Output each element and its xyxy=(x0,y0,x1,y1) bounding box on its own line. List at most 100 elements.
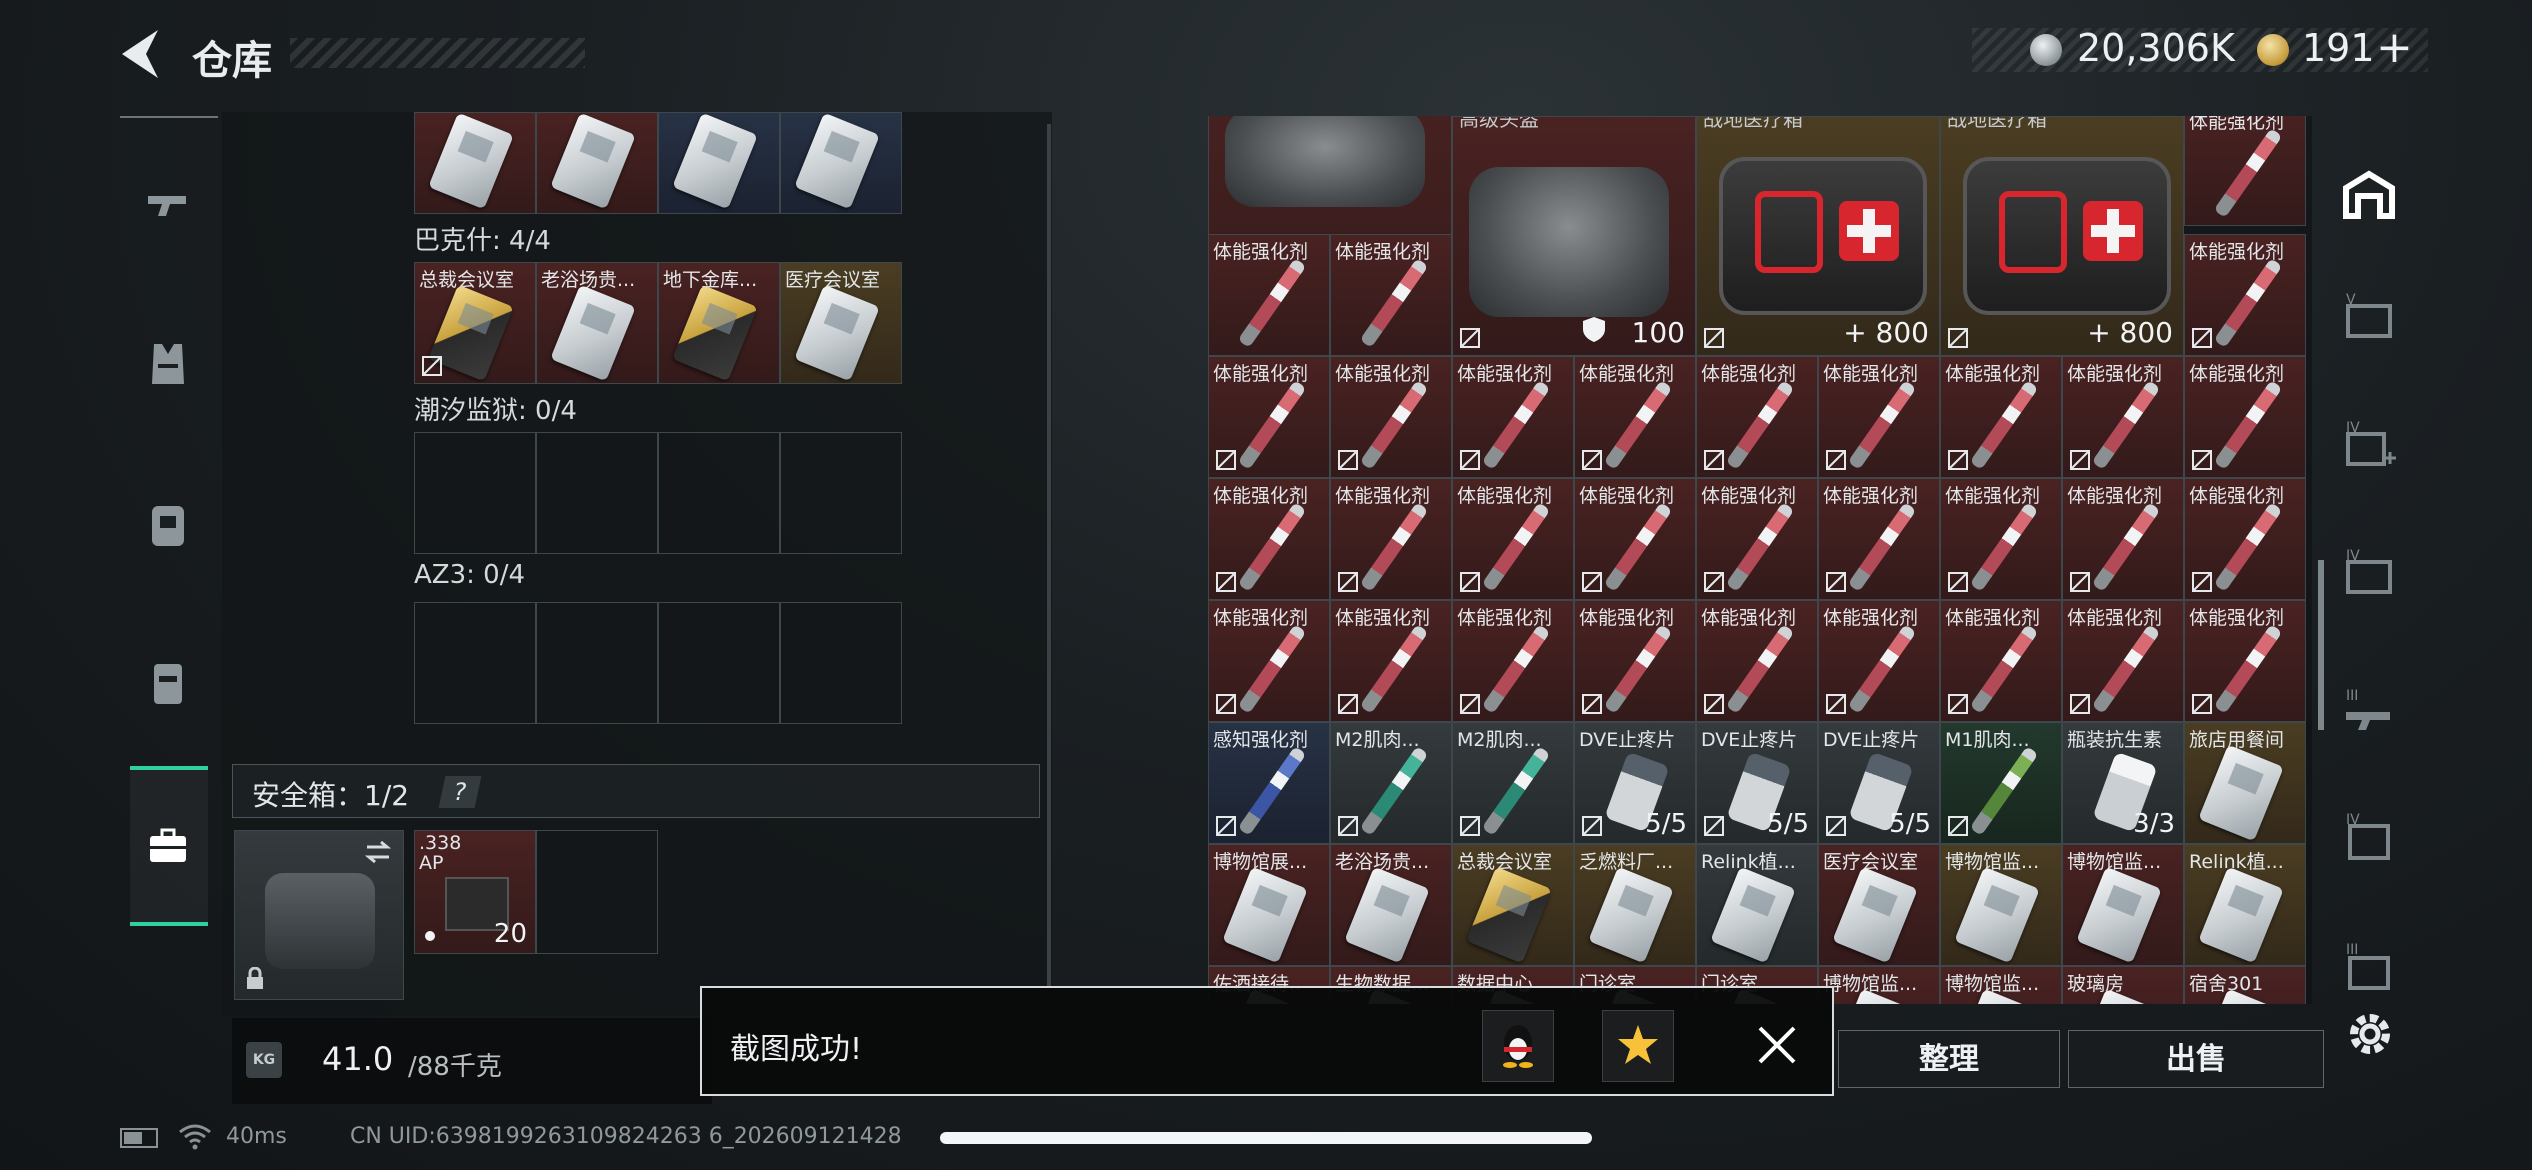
inventory-item[interactable]: 体能强化剂 xyxy=(1696,356,1818,478)
inventory-item[interactable]: 体能强化剂 xyxy=(1696,600,1818,722)
inventory-item[interactable]: 老浴场贵... xyxy=(1330,844,1452,966)
inventory-item[interactable]: 旅店用餐间 xyxy=(2184,722,2306,844)
chest-rig-icon[interactable] xyxy=(140,654,196,710)
inventory-item[interactable]: 体能强化剂 xyxy=(1208,478,1330,600)
inventory-item[interactable]: 体能强化剂 xyxy=(2184,234,2306,356)
keycard-slot[interactable] xyxy=(658,112,780,214)
inventory-item[interactable]: Relink植... xyxy=(2184,844,2306,966)
inventory-item[interactable]: 体能强化剂 xyxy=(1940,600,2062,722)
keycard-slot[interactable]: 地下金库... xyxy=(658,262,780,384)
storage-iv-icon[interactable]: IV xyxy=(2340,546,2398,604)
empty-slot[interactable] xyxy=(658,432,780,554)
inventory-item[interactable]: 博物馆监... xyxy=(2062,844,2184,966)
medkit-item[interactable]: 战地医疗箱 + 800 xyxy=(1696,116,1940,356)
storage-grid[interactable]: 100 高级头盔 100 战地医疗箱 + 800 战地医疗箱 + 800 体能强… xyxy=(1208,116,2312,1004)
inventory-item[interactable]: 体能强化剂 xyxy=(2062,356,2184,478)
empty-slot[interactable] xyxy=(780,432,902,554)
inventory-item[interactable]: 体能强化剂 xyxy=(1452,600,1574,722)
inventory-item[interactable]: M1肌肉... xyxy=(1940,722,2062,844)
inventory-item[interactable]: 体能强化剂 xyxy=(1208,234,1330,356)
gun-icon[interactable] xyxy=(140,176,196,232)
inventory-item[interactable]: M2肌肉... xyxy=(1452,722,1574,844)
inventory-item[interactable]: 体能强化剂 xyxy=(2062,478,2184,600)
close-icon[interactable] xyxy=(1752,1020,1802,1070)
safe-box-container[interactable] xyxy=(234,830,404,1000)
share-qq-button[interactable] xyxy=(1482,1010,1554,1082)
inventory-item[interactable]: 博物馆监... xyxy=(1940,966,2062,1004)
right-scrollbar[interactable] xyxy=(2318,560,2324,730)
inventory-item[interactable]: 体能强化剂 xyxy=(1818,478,1940,600)
inventory-item[interactable]: 体能强化剂 xyxy=(1940,478,2062,600)
inventory-item[interactable]: 体能强化剂 xyxy=(1696,478,1818,600)
empty-slot[interactable] xyxy=(780,602,902,724)
inventory-item[interactable]: 体能强化剂 xyxy=(1452,478,1574,600)
inventory-item[interactable]: DVE止疼片 5/5 xyxy=(1818,722,1940,844)
helmet-item[interactable]: 高级头盔 100 xyxy=(1452,116,1696,356)
left-scrollbar[interactable] xyxy=(1047,124,1051,988)
inventory-item[interactable]: 体能强化剂 xyxy=(1208,356,1330,478)
inventory-item[interactable]: 体能强化剂 xyxy=(2184,356,2306,478)
help-button[interactable]: ? xyxy=(438,776,482,808)
inventory-item[interactable]: 体能强化剂 xyxy=(2184,478,2306,600)
inventory-item[interactable]: 乏燃料厂... xyxy=(1574,844,1696,966)
inventory-item[interactable]: 体能强化剂 xyxy=(1330,356,1452,478)
storage-v-icon[interactable]: V xyxy=(2340,290,2398,348)
inventory-item[interactable]: 体能强化剂 xyxy=(2184,116,2306,226)
swap-icon[interactable] xyxy=(363,839,393,865)
inventory-item[interactable]: 总裁会议室 xyxy=(1452,844,1574,966)
inventory-item[interactable]: Relink植... xyxy=(1696,844,1818,966)
medkit-item[interactable]: 战地医疗箱 + 800 xyxy=(1940,116,2184,356)
add-currency-button[interactable]: + xyxy=(2376,22,2413,73)
armor-vest-icon[interactable] xyxy=(140,336,196,392)
keycard-slot[interactable] xyxy=(414,112,536,214)
inventory-item[interactable]: 玻璃房 xyxy=(2062,966,2184,1004)
inventory-item[interactable]: 体能强化剂 xyxy=(2062,600,2184,722)
inventory-item[interactable]: 体能强化剂 xyxy=(1330,478,1452,600)
home-indicator[interactable] xyxy=(940,1132,1592,1144)
settings-gear-icon[interactable] xyxy=(2344,1008,2396,1060)
inventory-item[interactable]: 体能强化剂 xyxy=(1574,478,1696,600)
storage-iii-weapon-icon[interactable]: III xyxy=(2340,684,2398,742)
sell-button[interactable]: 出售 xyxy=(2068,1030,2324,1088)
empty-slot[interactable] xyxy=(536,830,658,954)
keycard-slot[interactable]: 老浴场贵... xyxy=(536,262,658,384)
warehouse-icon[interactable] xyxy=(2340,166,2398,224)
inventory-item[interactable]: 体能强化剂 xyxy=(1574,600,1696,722)
inventory-item[interactable]: 感知强化剂 xyxy=(1208,722,1330,844)
inventory-item[interactable]: 博物馆监... xyxy=(1940,844,2062,966)
empty-slot[interactable] xyxy=(658,602,780,724)
sort-button[interactable]: 整理 xyxy=(1838,1030,2060,1088)
inventory-item[interactable]: 体能强化剂 xyxy=(1330,600,1452,722)
empty-slot[interactable] xyxy=(536,602,658,724)
keycard-slot[interactable]: 医疗会议室 xyxy=(780,262,902,384)
inventory-item[interactable]: 体能强化剂 xyxy=(1574,356,1696,478)
storage-iv-medical-icon[interactable]: IV xyxy=(2340,418,2398,476)
inventory-item[interactable]: 宿舍301 xyxy=(2184,966,2306,1004)
storage-iv-armor-icon[interactable]: IV xyxy=(2340,810,2398,868)
inventory-item[interactable]: M2肌肉... xyxy=(1330,722,1452,844)
keycard-slot[interactable]: 总裁会议室 xyxy=(414,262,536,384)
inventory-item[interactable]: DVE止疼片 5/5 xyxy=(1696,722,1818,844)
inventory-item[interactable]: 医疗会议室 xyxy=(1818,844,1940,966)
empty-slot[interactable] xyxy=(414,432,536,554)
inventory-item[interactable]: 瓶装抗生素 3/3 xyxy=(2062,722,2184,844)
keycard-slot[interactable] xyxy=(780,112,902,214)
inventory-item[interactable]: 体能强化剂 xyxy=(1818,356,1940,478)
backpack-icon[interactable] xyxy=(140,496,196,552)
inventory-item[interactable]: 体能强化剂 xyxy=(1330,234,1452,356)
storage-iii-icon[interactable]: III xyxy=(2340,940,2398,998)
empty-slot[interactable] xyxy=(536,432,658,554)
inventory-item[interactable]: 体能强化剂 xyxy=(1452,356,1574,478)
inventory-item[interactable]: 博物馆展... xyxy=(1208,844,1330,966)
inventory-item[interactable]: 博物馆监... xyxy=(1818,966,1940,1004)
share-qzone-button[interactable] xyxy=(1602,1010,1674,1082)
inventory-item[interactable]: 体能强化剂 xyxy=(1818,600,1940,722)
inventory-item[interactable]: 体能强化剂 xyxy=(1940,356,2062,478)
inventory-item[interactable]: 体能强化剂 xyxy=(1208,600,1330,722)
empty-slot[interactable] xyxy=(414,602,536,724)
inventory-item[interactable]: 体能强化剂 xyxy=(2184,600,2306,722)
back-arrow-icon[interactable] xyxy=(118,26,166,82)
keycard-slot[interactable] xyxy=(536,112,658,214)
inventory-item[interactable]: DVE止疼片 5/5 xyxy=(1574,722,1696,844)
ammo-slot[interactable]: .338 AP 20 xyxy=(414,830,536,954)
